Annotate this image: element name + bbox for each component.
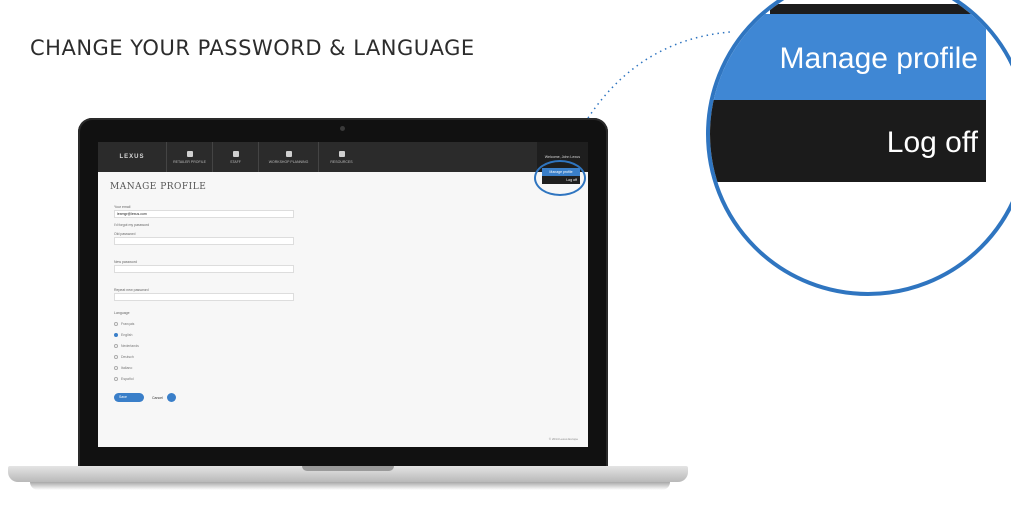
save-button[interactable]: Save <box>114 393 144 402</box>
radio-icon <box>114 366 118 370</box>
radio-selected-icon <box>114 333 118 337</box>
radio-label: Deutsch <box>121 355 134 359</box>
page-title: MANAGE PROFILE <box>110 182 207 192</box>
calendar-icon <box>285 150 292 157</box>
app-navbar: LEXUS RETAILER PROFILE STAFF WORKSHOP PL… <box>98 142 588 172</box>
radio-label: Français <box>121 322 135 326</box>
laptop-base <box>8 466 688 482</box>
zoom-log-off: Log off <box>710 100 986 182</box>
radio-icon <box>114 322 118 326</box>
nav-item-resources[interactable]: RESOURCES <box>318 142 364 172</box>
nav-item-workshop-planning[interactable]: WORKSHOP PLANNING <box>258 142 318 172</box>
radio-label: English <box>121 333 133 337</box>
email-field[interactable]: lexmgr@lexus.com <box>114 210 294 218</box>
app-footer: © 2014 Lexus Europe <box>548 437 578 441</box>
radio-label: Italiano <box>121 366 133 370</box>
brand-logo[interactable]: LEXUS <box>98 142 166 172</box>
language-group: Language Français English Nederlands Deu… <box>114 311 314 381</box>
laptop-notch <box>302 466 394 471</box>
zoom-topbar <box>770 4 1010 14</box>
language-option-dutch[interactable]: Nederlands <box>114 344 314 348</box>
nav-label: STAFF <box>230 159 241 164</box>
laptop-shadow <box>30 482 670 490</box>
cancel-circle-icon <box>166 393 176 402</box>
radio-icon <box>114 344 118 348</box>
radio-label: Nederlands <box>121 344 139 348</box>
repeat-password-field[interactable] <box>114 293 294 301</box>
zoom-manage-profile: Manage profile <box>710 14 986 100</box>
zoom-background <box>986 14 1011 182</box>
language-option-german[interactable]: Deutsch <box>114 355 314 359</box>
camera-dot <box>340 126 345 131</box>
form-actions: Save Cancel <box>114 393 314 402</box>
new-password-field[interactable] <box>114 265 294 273</box>
cancel-button[interactable]: Cancel <box>152 393 176 402</box>
language-option-french[interactable]: Français <box>114 322 314 326</box>
laptop-screen: LEXUS RETAILER PROFILE STAFF WORKSHOP PL… <box>98 142 588 447</box>
page-headline: CHANGE YOUR PASSWORD & LANGUAGE <box>30 36 475 60</box>
old-password-label: Old password <box>114 232 136 236</box>
radio-label: Español <box>121 377 134 381</box>
language-label: Language <box>114 311 130 315</box>
info-icon <box>338 150 345 157</box>
highlight-ring <box>534 160 586 196</box>
laptop-lid: LEXUS RETAILER PROFILE STAFF WORKSHOP PL… <box>78 118 608 471</box>
person-icon <box>232 150 239 157</box>
radio-icon <box>114 377 118 381</box>
repeat-password-label: Repeat new password <box>114 288 149 292</box>
language-option-italian[interactable]: Italiano <box>114 366 314 370</box>
old-password-field[interactable] <box>114 237 294 245</box>
cancel-label: Cancel <box>152 395 163 400</box>
new-password-label: New password <box>114 260 137 264</box>
nav-label: RESOURCES <box>330 159 353 164</box>
language-option-spanish[interactable]: Español <box>114 377 314 381</box>
email-label: Your email <box>114 205 131 209</box>
zoom-callout: Manage profile Log off <box>706 0 1011 296</box>
language-option-english[interactable]: English <box>114 333 314 337</box>
nav-item-retailer-profile[interactable]: RETAILER PROFILE <box>166 142 212 172</box>
nav-label: WORKSHOP PLANNING <box>268 159 309 164</box>
radio-icon <box>114 355 118 359</box>
profile-form: Your email lexmgr@lexus.com I'd forgot m… <box>114 200 314 402</box>
compass-icon <box>186 150 193 157</box>
nav-label: RETAILER PROFILE <box>173 159 206 164</box>
nav-item-staff[interactable]: STAFF <box>212 142 258 172</box>
forgot-password-link[interactable]: I'd forgot my password <box>114 223 314 227</box>
